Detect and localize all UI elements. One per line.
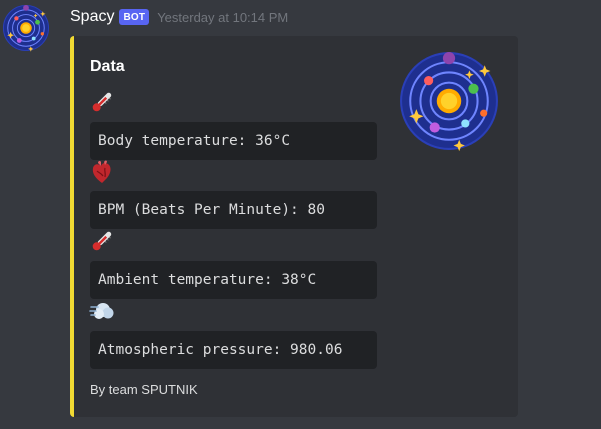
embed-card: Data Body temperature: 36°C BPM (Beats P… <box>70 36 518 417</box>
thermometer-icon <box>89 228 115 254</box>
bot-tag: BOT <box>119 9 150 25</box>
field-ambient-temperature: Ambient temperature: 38°C <box>90 261 377 299</box>
avatar[interactable] <box>2 4 50 52</box>
solar-system-icon <box>2 4 50 52</box>
field-bpm: BPM (Beats Per Minute): 80 <box>90 191 377 229</box>
chat-message: Spacy BOT Yesterday at 10:14 PM Data Bod… <box>0 0 601 429</box>
wind-icon <box>89 298 115 324</box>
embed-footer: By team SPUTNIK <box>90 382 198 397</box>
thermometer-icon <box>89 89 115 115</box>
embed-title: Data <box>90 58 125 75</box>
message-header: Spacy BOT Yesterday at 10:14 PM <box>70 6 288 28</box>
field-atmospheric-pressure: Atmospheric pressure: 980.06 <box>90 331 377 369</box>
field-body-temperature: Body temperature: 36°C <box>90 122 377 160</box>
timestamp: Yesterday at 10:14 PM <box>157 9 289 25</box>
username[interactable]: Spacy <box>70 8 114 26</box>
embed-thumbnail[interactable] <box>398 50 500 152</box>
solar-system-icon <box>398 50 500 152</box>
anatomical-heart-icon <box>89 159 115 185</box>
